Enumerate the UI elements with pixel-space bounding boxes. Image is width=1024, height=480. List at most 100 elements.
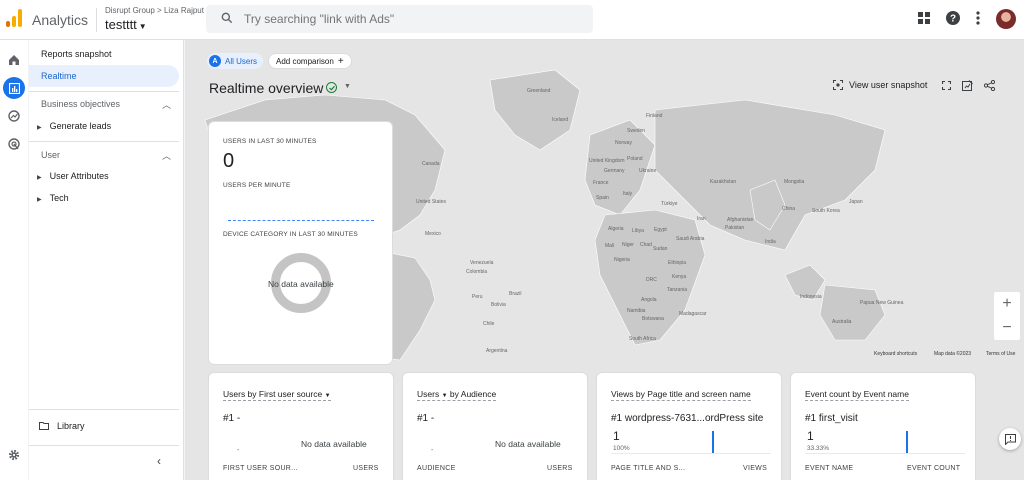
map-label: Spain — [596, 195, 609, 201]
nav-generate-leads-label: Generate leads — [49, 121, 112, 131]
share-icon[interactable] — [984, 80, 995, 91]
customize-report-icon[interactable] — [962, 80, 973, 91]
map-label: Libya — [632, 228, 644, 234]
map-label: Tanzania — [667, 287, 688, 293]
no-data-label: No data available — [495, 439, 561, 449]
nav-generate-leads[interactable]: ▶ Generate leads — [37, 121, 111, 131]
rail-advertising[interactable] — [3, 133, 25, 155]
map-label: United Kingdom — [589, 158, 625, 164]
card-title[interactable]: Event count by Event name — [805, 389, 909, 401]
chevron-up-icon[interactable]: ︿ — [162, 149, 171, 162]
nav-tech[interactable]: ▶ Tech — [37, 193, 69, 203]
check-circle-icon[interactable] — [326, 82, 337, 93]
users-last-30-min-label: USERS IN LAST 30 MINUTES — [223, 138, 317, 145]
nav-library-label: Library — [57, 421, 85, 431]
nav-section-user[interactable]: User — [41, 150, 60, 160]
caret-down-icon[interactable]: ▼ — [344, 83, 351, 90]
rail-admin[interactable] — [3, 444, 25, 466]
map-data-attribution: Map data ©2023 — [934, 351, 972, 357]
users-last-30-min-value: 0 — [223, 150, 235, 172]
rank-1-label: #1 wordpress-7631...ordPress site — [611, 413, 764, 424]
zoom-out-button[interactable]: − — [994, 316, 1020, 340]
fullscreen-icon[interactable] — [942, 81, 951, 90]
map-label: Peru — [472, 294, 483, 300]
folder-icon — [39, 422, 49, 430]
map-label: Kazakhstan — [710, 179, 737, 185]
breadcrumb-separator-icon: > — [157, 6, 164, 15]
more-vert-icon[interactable] — [976, 11, 980, 25]
nav-reports-snapshot[interactable]: Reports snapshot — [29, 43, 179, 65]
collapse-nav-icon[interactable]: ‹ — [157, 454, 161, 468]
page-title: Realtime overview — [209, 80, 324, 96]
column-header-dimension: AUDIENCE — [417, 465, 456, 472]
rail-explore[interactable] — [3, 105, 25, 127]
nav-realtime[interactable]: Realtime — [29, 65, 179, 87]
chevron-up-icon[interactable]: ︿ — [162, 98, 171, 111]
rank-1-value: 1 — [807, 429, 814, 443]
users-by-first-user-source-card: Users by First user source ▼ #1 - - No d… — [208, 372, 394, 480]
rank-1-bar[interactable] — [906, 431, 908, 453]
property-selector[interactable]: testttt ▼ — [105, 17, 147, 32]
add-comparison-button[interactable]: Add comparison + — [268, 53, 352, 69]
analytics-logo-icon[interactable] — [6, 9, 22, 27]
placeholder-dash: - — [237, 447, 240, 454]
all-users-chip[interactable]: A All Users — [207, 53, 264, 69]
rank-1-value: 1 — [613, 429, 620, 443]
search-bar[interactable] — [206, 5, 593, 33]
all-users-label: All Users — [225, 56, 258, 66]
column-header-dimension: EVENT NAME — [805, 465, 854, 472]
rail-home[interactable] — [3, 49, 25, 71]
map-label: South Korea — [812, 208, 840, 214]
card-title[interactable]: Views by Page title and screen name — [611, 389, 751, 401]
account-name: Disrupt Group — [105, 6, 155, 15]
feedback-button[interactable] — [999, 428, 1021, 450]
map-label: Algeria — [608, 226, 624, 232]
divider — [96, 8, 97, 32]
app-name: Analytics — [32, 12, 89, 28]
column-header-metric: USERS — [547, 465, 573, 472]
map-label: Kenya — [672, 274, 687, 280]
map-label: France — [593, 180, 609, 186]
keyboard-shortcuts-link[interactable]: Keyboard shortcuts — [874, 351, 917, 357]
column-header-dimension: PAGE TITLE AND S... — [611, 465, 686, 472]
search-icon — [221, 12, 233, 24]
terms-of-use-link[interactable]: Terms of Use — [986, 351, 1015, 357]
divider — [29, 141, 179, 142]
metric-selector[interactable]: Users — [417, 389, 439, 399]
nav-section-business-objectives[interactable]: Business objectives — [41, 99, 120, 109]
explore-icon — [8, 110, 20, 122]
map-label: Niger — [622, 242, 634, 248]
card-title[interactable]: Users by First user source ▼ — [223, 389, 331, 401]
map-label: Iceland — [552, 117, 569, 123]
caret-down-icon: ▼ — [324, 393, 331, 399]
map-label: United States — [416, 199, 447, 205]
rail-reports[interactable] — [3, 77, 25, 99]
users-by-audience-card: Users ▼ by Audience #1 - - No data avail… — [402, 372, 588, 480]
avatar[interactable] — [996, 9, 1016, 29]
rank-1-bar[interactable] — [712, 431, 714, 453]
apps-grid-icon[interactable] — [918, 12, 930, 24]
map-label: Pakistan — [725, 225, 745, 231]
map-label: Ukraine — [639, 168, 657, 174]
view-user-snapshot-button[interactable]: View user snapshot — [833, 80, 927, 90]
map-zoom-controls: + − — [994, 292, 1020, 340]
dimension-selector[interactable]: First user source — [259, 389, 322, 399]
account-user: Liza Rajput — [163, 6, 204, 15]
breadcrumb[interactable]: Disrupt Group > Liza Rajput — [105, 6, 204, 15]
map-label: Argentina — [486, 348, 508, 354]
column-header-metric: VIEWS — [743, 465, 768, 472]
nav-user-attributes-label: User Attributes — [49, 171, 109, 181]
rank-1-label: #1 - — [223, 413, 241, 424]
search-input[interactable] — [244, 10, 574, 28]
nav-user-attributes[interactable]: ▶ User Attributes — [37, 171, 109, 181]
nav-library[interactable]: Library — [39, 421, 85, 431]
card-title[interactable]: Users ▼ by Audience — [417, 389, 497, 401]
add-comparison-label: Add comparison — [276, 56, 334, 66]
map-label: Mongolia — [784, 179, 805, 185]
rank-1-label: #1 - — [417, 413, 435, 424]
map-label: Chile — [483, 321, 495, 327]
rank-1-label: #1 first_visit — [805, 413, 858, 424]
zoom-in-button[interactable]: + — [994, 292, 1020, 316]
users-per-minute-sparkline[interactable] — [228, 220, 374, 221]
help-icon[interactable]: ? — [946, 11, 960, 25]
